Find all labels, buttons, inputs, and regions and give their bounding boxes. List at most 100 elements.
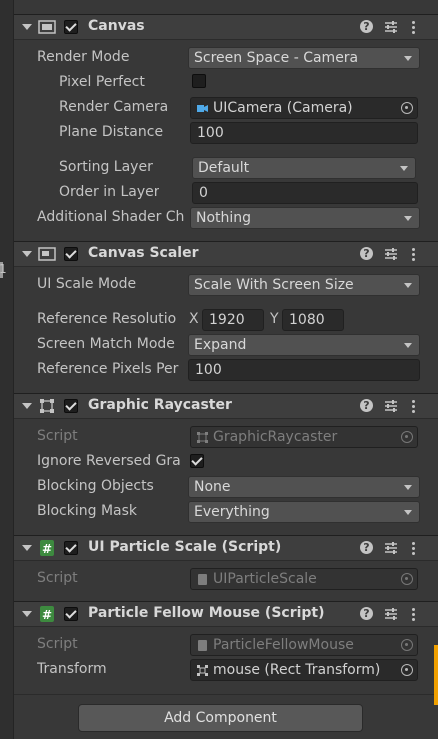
object-picker-icon bbox=[401, 573, 413, 585]
reference-resolution-x-input[interactable]: 1920 bbox=[202, 309, 264, 331]
additional-shader-dropdown[interactable]: Nothing bbox=[190, 207, 420, 229]
script-reference-field: UIParticleScale bbox=[190, 568, 418, 590]
order-in-layer-input[interactable]: 0 bbox=[192, 182, 418, 204]
collapse-arrow-icon[interactable] bbox=[22, 545, 32, 551]
graphic-raycaster-enabled-checkbox[interactable] bbox=[64, 399, 78, 413]
script-label: Script bbox=[37, 636, 78, 652]
raycaster-icon bbox=[40, 399, 54, 413]
chevron-down-icon bbox=[404, 283, 412, 288]
help-icon[interactable]: ? bbox=[358, 397, 376, 415]
component-title: Particle Fellow Mouse (Script) bbox=[88, 605, 325, 621]
scrollbar-accent[interactable] bbox=[434, 645, 438, 705]
help-icon[interactable]: ? bbox=[358, 605, 376, 623]
render-camera-label: Render Camera bbox=[59, 99, 169, 115]
pixel-perfect-checkbox[interactable] bbox=[192, 74, 206, 88]
presets-icon[interactable] bbox=[382, 539, 400, 557]
ignore-reversed-checkbox[interactable] bbox=[190, 454, 204, 468]
sorting-layer-label: Sorting Layer bbox=[59, 159, 153, 175]
reference-pixels-label: Reference Pixels Per bbox=[37, 361, 179, 377]
canvas-icon bbox=[38, 20, 56, 34]
particle-fellow-mouse-component-header[interactable]: # Particle Fellow Mouse (Script) ? bbox=[14, 601, 438, 627]
object-picker-icon[interactable] bbox=[401, 102, 413, 114]
reference-resolution-label: Reference Resolutio bbox=[37, 311, 177, 327]
reference-resolution-y-input[interactable]: 1080 bbox=[282, 309, 344, 331]
script-file-icon bbox=[198, 574, 207, 585]
blocking-mask-dropdown[interactable]: Everything bbox=[188, 501, 420, 523]
more-options-icon[interactable] bbox=[404, 18, 422, 36]
particle-fellow-mouse-enabled-checkbox[interactable] bbox=[64, 607, 78, 621]
screen-match-mode-dropdown[interactable]: Expand bbox=[188, 334, 420, 356]
ui-particle-scale-component-header[interactable]: # UI Particle Scale (Script) ? bbox=[14, 535, 438, 561]
more-options-icon[interactable] bbox=[404, 539, 422, 557]
chevron-down-icon bbox=[404, 216, 412, 221]
pixel-perfect-label: Pixel Perfect bbox=[59, 74, 145, 90]
blocking-mask-label: Blocking Mask bbox=[37, 503, 138, 519]
collapse-arrow-icon[interactable] bbox=[22, 403, 32, 409]
canvas-scaler-icon bbox=[38, 247, 56, 261]
more-options-icon[interactable] bbox=[404, 605, 422, 623]
chevron-down-icon bbox=[404, 56, 412, 61]
ui-scale-mode-value: Scale With Screen Size bbox=[194, 277, 354, 293]
left-strip-char: 1 bbox=[0, 262, 7, 276]
plane-distance-input[interactable]: 100 bbox=[190, 122, 418, 144]
blocking-objects-value: None bbox=[194, 479, 231, 495]
sorting-layer-value: Default bbox=[198, 160, 250, 176]
svg-text:#: # bbox=[42, 608, 52, 622]
canvas-component-header[interactable]: Canvas ? bbox=[14, 14, 438, 40]
left-panel-strip: 1 bbox=[0, 0, 14, 739]
script-label: Script bbox=[37, 428, 78, 444]
plane-distance-label: Plane Distance bbox=[59, 124, 164, 140]
ui-particle-scale-enabled-checkbox[interactable] bbox=[64, 541, 78, 555]
rect-transform-icon bbox=[197, 665, 208, 676]
ui-scale-mode-dropdown[interactable]: Scale With Screen Size bbox=[188, 274, 420, 296]
additional-shader-value: Nothing bbox=[196, 210, 252, 226]
script-reference-field: GraphicRaycaster bbox=[190, 426, 418, 448]
add-component-button[interactable]: Add Component bbox=[78, 704, 363, 732]
presets-icon[interactable] bbox=[382, 245, 400, 263]
component-title: Graphic Raycaster bbox=[88, 397, 232, 413]
render-mode-dropdown[interactable]: Screen Space - Camera bbox=[188, 47, 420, 69]
chevron-down-icon bbox=[400, 166, 408, 171]
blocking-objects-dropdown[interactable]: None bbox=[188, 476, 420, 498]
object-picker-icon[interactable] bbox=[401, 664, 413, 676]
render-mode-label: Render Mode bbox=[37, 49, 130, 65]
collapse-arrow-icon[interactable] bbox=[22, 251, 32, 257]
ui-scale-mode-label: UI Scale Mode bbox=[37, 276, 137, 292]
y-axis-label: Y bbox=[270, 311, 279, 327]
script-file-icon bbox=[198, 640, 207, 651]
x-axis-label: X bbox=[189, 311, 199, 327]
chevron-down-icon bbox=[404, 510, 412, 515]
help-icon[interactable]: ? bbox=[358, 245, 376, 263]
presets-icon[interactable] bbox=[382, 397, 400, 415]
blocking-mask-value: Everything bbox=[194, 504, 270, 520]
sorting-layer-dropdown[interactable]: Default bbox=[192, 157, 416, 179]
script-icon: # bbox=[40, 540, 54, 556]
canvas-scaler-enabled-checkbox[interactable] bbox=[64, 247, 78, 261]
collapse-arrow-icon[interactable] bbox=[22, 611, 32, 617]
component-title: UI Particle Scale (Script) bbox=[88, 539, 282, 555]
render-mode-value: Screen Space - Camera bbox=[194, 50, 359, 66]
canvas-scaler-component-header[interactable]: Canvas Scaler ? bbox=[14, 241, 438, 267]
screen-match-mode-label: Screen Match Mode bbox=[37, 336, 175, 352]
reference-pixels-input[interactable]: 100 bbox=[188, 359, 420, 381]
help-icon[interactable]: ? bbox=[358, 539, 376, 557]
transform-field[interactable]: mouse (Rect Transform) bbox=[190, 659, 418, 681]
canvas-enabled-checkbox[interactable] bbox=[64, 20, 78, 34]
screen-match-mode-value: Expand bbox=[194, 337, 247, 353]
presets-icon[interactable] bbox=[382, 18, 400, 36]
render-camera-field[interactable]: UICamera (Camera) bbox=[190, 97, 418, 119]
svg-text:#: # bbox=[42, 542, 52, 556]
script-reference-field: ParticleFellowMouse bbox=[190, 634, 418, 656]
render-camera-value: UICamera (Camera) bbox=[213, 100, 353, 116]
graphic-raycaster-component-header[interactable]: Graphic Raycaster ? bbox=[14, 393, 438, 419]
script-value: UIParticleScale bbox=[213, 571, 317, 587]
presets-icon[interactable] bbox=[382, 605, 400, 623]
object-picker-icon bbox=[401, 639, 413, 651]
object-picker-icon bbox=[401, 431, 413, 443]
collapse-arrow-icon[interactable] bbox=[22, 24, 32, 30]
raycaster-script-icon bbox=[197, 432, 208, 443]
help-icon[interactable]: ? bbox=[358, 18, 376, 36]
more-options-icon[interactable] bbox=[404, 245, 422, 263]
more-options-icon[interactable] bbox=[404, 397, 422, 415]
camera-icon bbox=[197, 105, 208, 112]
